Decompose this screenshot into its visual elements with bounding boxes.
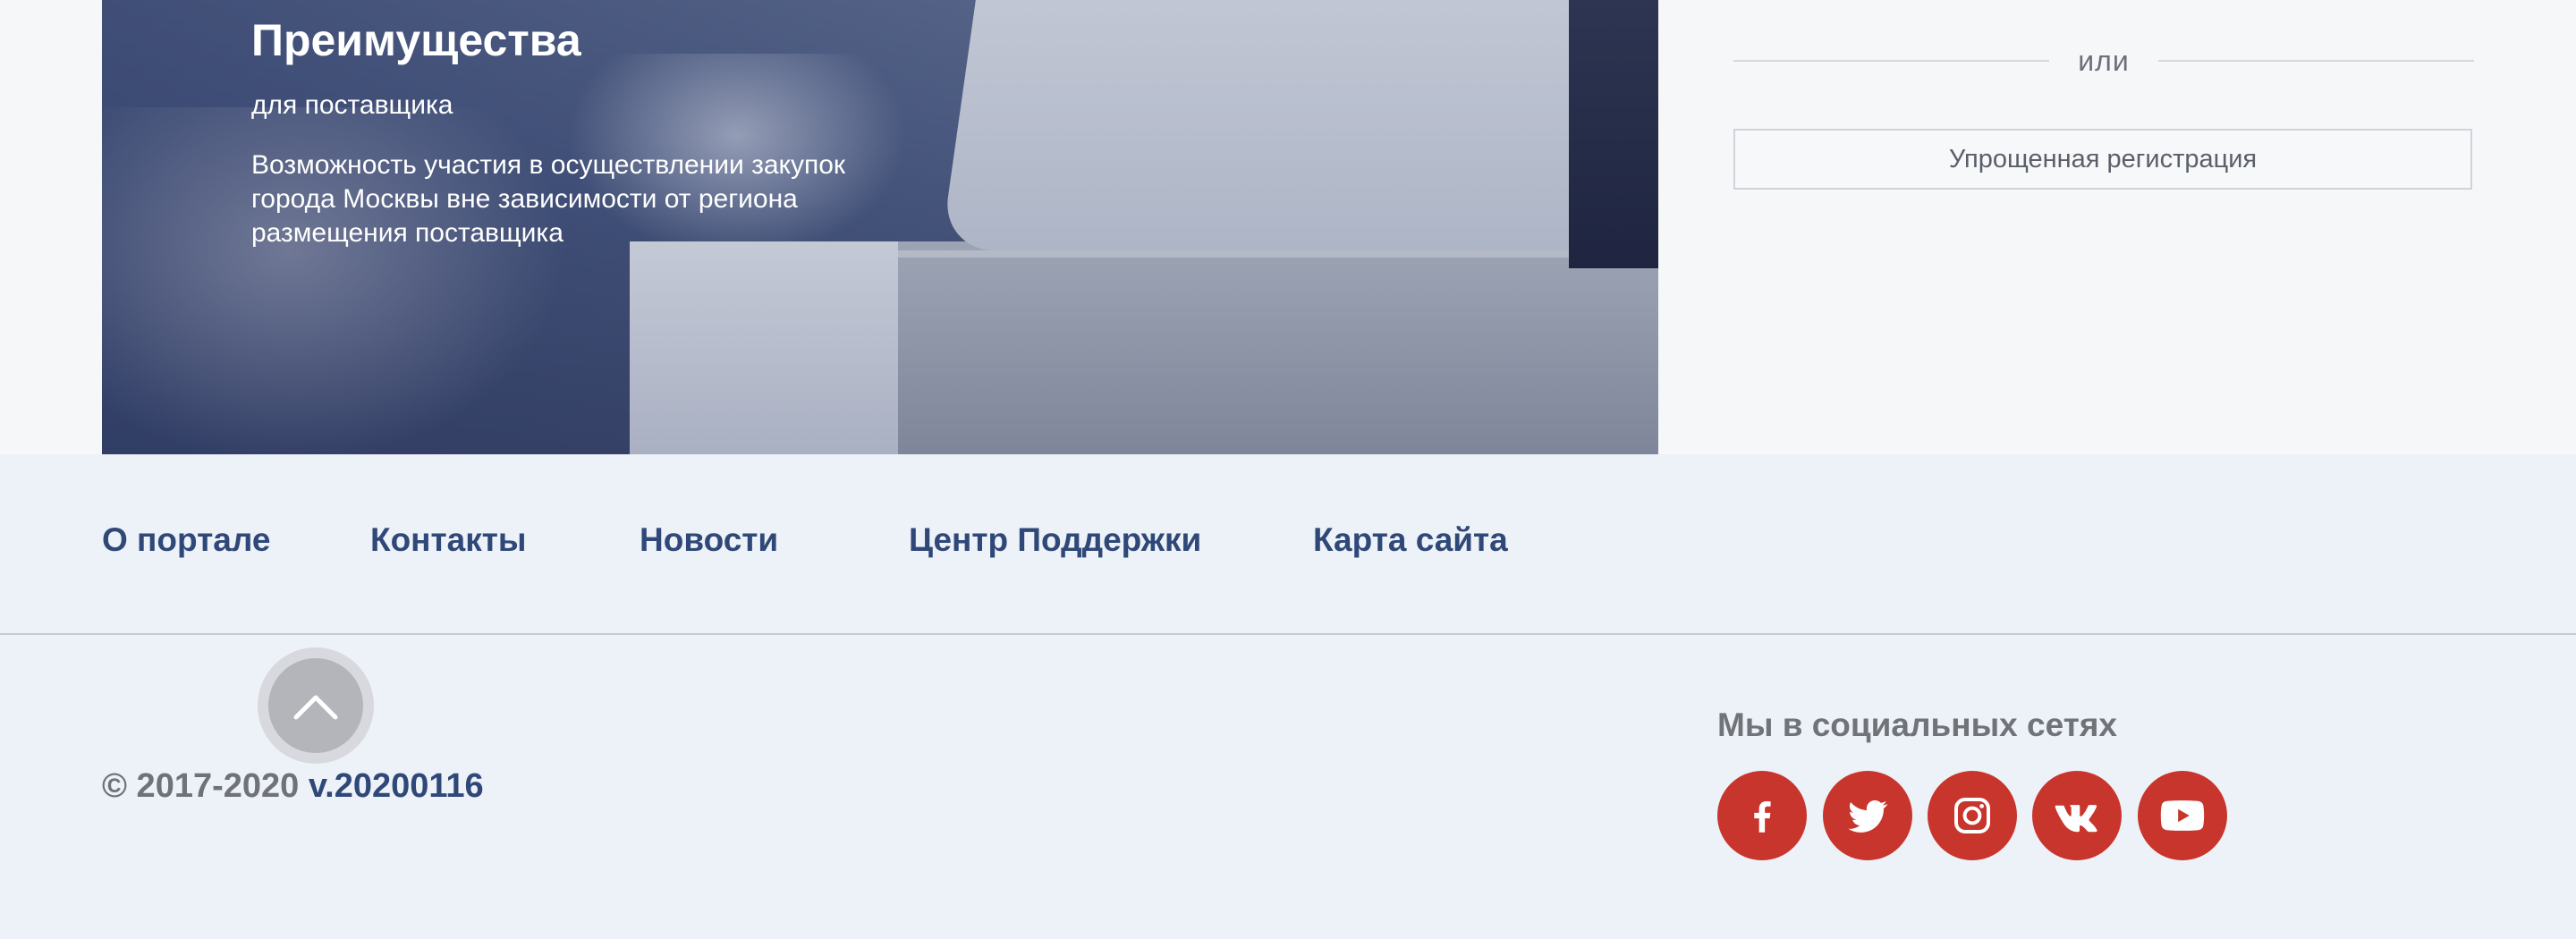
hero-image-laptop xyxy=(940,0,1658,250)
footer-link-about[interactable]: О портале xyxy=(102,520,270,560)
vk-button[interactable] xyxy=(2032,771,2122,860)
version-label: v.20200116 xyxy=(308,767,484,805)
facebook-icon xyxy=(1754,800,1771,833)
youtube-icon xyxy=(2160,800,2205,831)
hero-subtitle: для поставщика xyxy=(251,90,453,120)
top-section: Преимущества для поставщика Возможность … xyxy=(0,0,2576,454)
hero-title: Преимущества xyxy=(251,15,581,65)
copyright: © 2017-2020 v.20200116 xyxy=(102,766,484,807)
footer-nav: О портале Контакты Новости Центр Поддерж… xyxy=(0,454,2576,635)
instagram-button[interactable] xyxy=(1928,771,2017,860)
youtube-button[interactable] xyxy=(2138,771,2227,860)
scroll-to-top-button[interactable] xyxy=(258,647,374,764)
simple-registration-button[interactable]: Упрощенная регистрация xyxy=(1733,129,2472,190)
twitter-button[interactable] xyxy=(1823,771,1912,860)
footer-link-support-center[interactable]: Центр Поддержки xyxy=(909,520,1201,560)
social-title: Мы в социальных сетях xyxy=(1717,706,2117,743)
footer-link-contacts[interactable]: Контакты xyxy=(370,520,526,560)
twitter-icon xyxy=(1848,800,1888,833)
hero-image-box-front xyxy=(630,241,898,454)
instagram-icon xyxy=(1954,798,1990,833)
divider-line-right xyxy=(2157,60,2475,62)
hero-image-laptop-edge xyxy=(1569,0,1658,268)
divider-line-left xyxy=(1733,60,2050,62)
or-divider: или xyxy=(1733,41,2475,80)
footer-link-news[interactable]: Новости xyxy=(640,520,778,560)
hero-image-box-edge xyxy=(898,250,1658,258)
facebook-button[interactable] xyxy=(1717,771,1807,860)
vk-icon xyxy=(2055,805,2097,833)
hero-description: Возможность участия в осуществлении заку… xyxy=(251,150,846,248)
hero-banner: Преимущества для поставщика Возможность … xyxy=(102,0,1658,454)
copyright-years: © 2017-2020 xyxy=(102,767,300,805)
scroll-to-top-inner xyxy=(268,658,363,753)
chevron-up-icon xyxy=(293,695,338,720)
hero-text: Преимущества для поставщика Возможность … xyxy=(251,13,895,250)
or-label: или xyxy=(2078,44,2130,77)
footer-link-sitemap[interactable]: Карта сайта xyxy=(1313,520,1508,560)
